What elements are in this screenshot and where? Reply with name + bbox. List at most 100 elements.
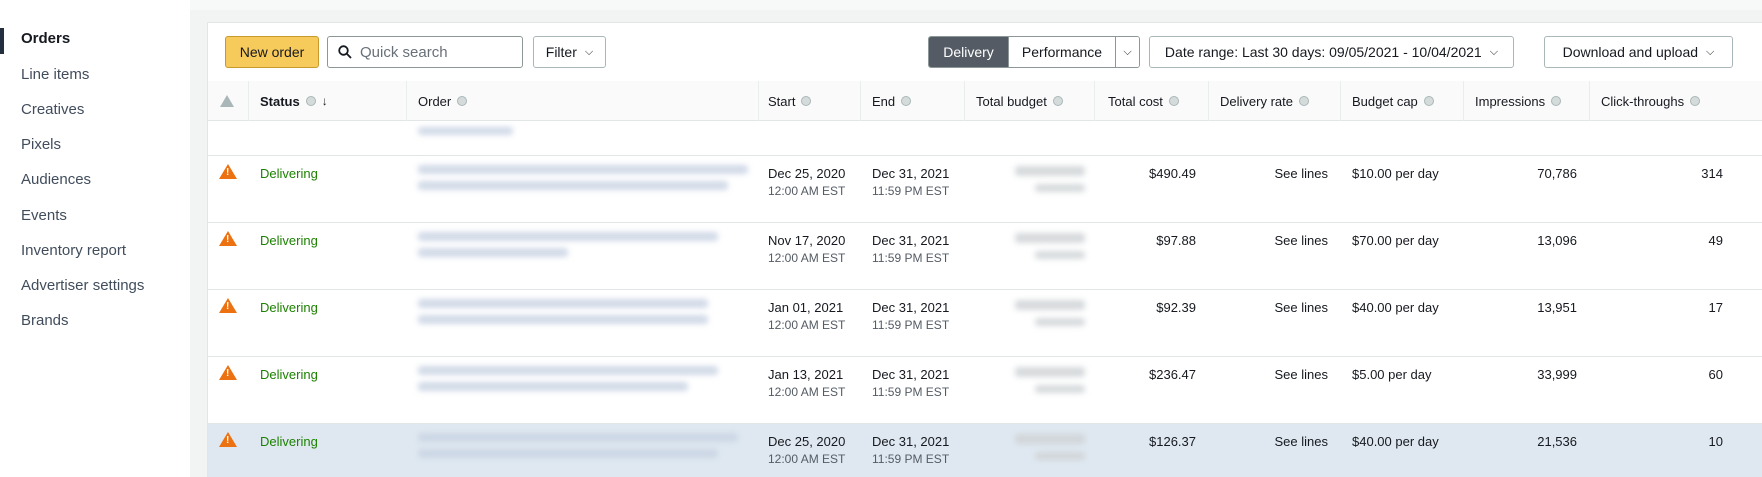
delivery-rate-link[interactable]: See lines [1220,434,1328,449]
download-upload-label: Download and upload [1562,44,1699,60]
delivery-rate-link[interactable]: See lines [1220,166,1328,181]
toolbar: New order Filter ⌵ Delivery Performance … [208,23,1762,81]
end-date: Dec 31, 2021 [872,166,950,181]
end-date: Dec 31, 2021 [872,233,950,248]
header-order[interactable]: Order [418,81,468,121]
sidebar-item-orders[interactable]: Orders [21,30,70,47]
redacted-budget [1035,318,1085,326]
sidebar-item-brands[interactable]: Brands [21,312,69,329]
total-cost: $236.47 [1149,367,1196,382]
sidebar-item-advertiser-settings[interactable]: Advertiser settings [21,277,144,294]
start-time: 12:00 AM EST [768,385,846,399]
start-time: 12:00 AM EST [768,251,846,265]
warning-icon [219,432,237,447]
status-text: Delivering [260,434,318,449]
redacted-budget [1035,184,1085,192]
date-range-button[interactable]: Date range: Last 30 days: 09/05/2021 - 1… [1149,36,1514,68]
sidebar-item-inventory-report[interactable]: Inventory report [21,242,126,259]
header-click-throughs[interactable]: Click-throughs [1601,81,1701,121]
table-row-selected[interactable]: Delivering Dec 25, 2020 12:00 AM EST Dec… [208,424,1762,477]
info-icon [1690,96,1701,106]
header-status[interactable]: Status ↓ [260,81,328,121]
header-total-cost-label: Total cost [1108,93,1163,109]
sidebar-item-events[interactable]: Events [21,207,67,224]
sidebar-item-creatives[interactable]: Creatives [21,101,84,118]
info-icon [1052,96,1063,106]
view-delivery-tab[interactable]: Delivery [929,37,1008,67]
table-header: Status ↓ Order Start End Total budget To… [208,81,1762,121]
chevron-down-icon: ⌵ [1706,45,1715,58]
redacted-budget [1015,233,1085,243]
table-row[interactable]: Delivering Jan 13, 2021 12:00 AM EST Dec… [208,357,1762,424]
sidebar-item-line-items[interactable]: Line items [21,66,89,83]
header-delivery-rate-label: Delivery rate [1220,93,1293,109]
impressions: 13,951 [1537,300,1577,315]
search-input[interactable] [360,43,500,61]
date-range-label: Date range: Last 30 days: 09/05/2021 - 1… [1164,44,1482,60]
header-click-throughs-label: Click-throughs [1601,93,1685,109]
redacted-order-name [418,315,708,324]
redacted-order-name [418,181,728,190]
budget-cap: $10.00 per day [1352,166,1439,181]
view-performance-tab[interactable]: Performance [1008,37,1115,67]
redacted-budget [1015,166,1085,176]
end-date: Dec 31, 2021 [872,300,950,315]
start-date: Jan 13, 2021 [768,367,844,382]
download-upload-button[interactable]: Download and upload ⌵ [1544,36,1733,68]
info-icon [457,96,468,106]
header-warning [220,81,234,121]
redacted-order-name[interactable] [418,165,748,174]
chevron-down-icon: ⌵ [1489,45,1499,58]
view-dropdown[interactable]: ⌵ [1115,37,1139,67]
end-time: 11:59 PM EST [872,318,950,332]
filter-button[interactable]: Filter ⌵ [533,36,606,68]
end-date: Dec 31, 2021 [872,367,950,382]
redacted-order-name[interactable] [418,433,738,442]
header-delivery-rate[interactable]: Delivery rate [1220,81,1309,121]
redacted-order-name [418,449,718,458]
header-status-label: Status [260,93,300,109]
end-time: 11:59 PM EST [872,184,950,198]
impressions: 21,536 [1537,434,1577,449]
new-order-button[interactable]: New order [225,36,319,68]
status-text: Delivering [260,300,318,315]
sidebar-item-audiences[interactable]: Audiences [21,171,91,188]
table-row[interactable]: Delivering Dec 25, 2020 12:00 AM EST Dec… [208,156,1762,223]
start-date: Nov 17, 2020 [768,233,846,248]
info-icon [1298,96,1309,106]
table-row[interactable]: Delivering Jan 01, 2021 12:00 AM EST Dec… [208,290,1762,357]
header-start[interactable]: Start [768,81,812,121]
delivery-rate-link[interactable]: See lines [1220,300,1328,315]
active-indicator [0,28,4,54]
start-date: Dec 25, 2020 [768,166,846,181]
sort-down-icon[interactable]: ↓ [322,94,328,108]
table-row[interactable]: Delivering Nov 17, 2020 12:00 AM EST Dec… [208,223,1762,290]
end-time: 11:59 PM EST [872,251,950,265]
header-end[interactable]: End [872,81,912,121]
warning-icon [219,231,237,246]
header-total-cost[interactable]: Total cost [1108,81,1179,121]
quick-search[interactable] [327,36,523,68]
status-text: Delivering [260,367,318,382]
redacted-order-name[interactable] [418,299,708,308]
delivery-rate-link[interactable]: See lines [1220,367,1328,382]
redacted-order-name[interactable] [418,366,718,375]
budget-cap: $40.00 per day [1352,434,1439,449]
header-order-label: Order [418,93,452,109]
header-impressions[interactable]: Impressions [1475,81,1562,121]
click-throughs: 314 [1701,166,1723,181]
redacted-order-name[interactable] [418,232,718,241]
start-time: 12:00 AM EST [768,184,846,198]
delivery-rate-link[interactable]: See lines [1220,233,1328,248]
header-budget-cap-label: Budget cap [1352,93,1418,109]
header-total-budget-label: Total budget [976,93,1047,109]
redacted-budget [1015,434,1085,444]
header-total-budget[interactable]: Total budget [976,81,1063,121]
status-text: Delivering [260,233,318,248]
budget-cap: $70.00 per day [1352,233,1439,248]
header-budget-cap[interactable]: Budget cap [1352,81,1434,121]
warning-icon [219,298,237,313]
warning-icon [219,365,237,380]
redacted-budget [1015,367,1085,377]
sidebar-item-pixels[interactable]: Pixels [21,136,61,153]
